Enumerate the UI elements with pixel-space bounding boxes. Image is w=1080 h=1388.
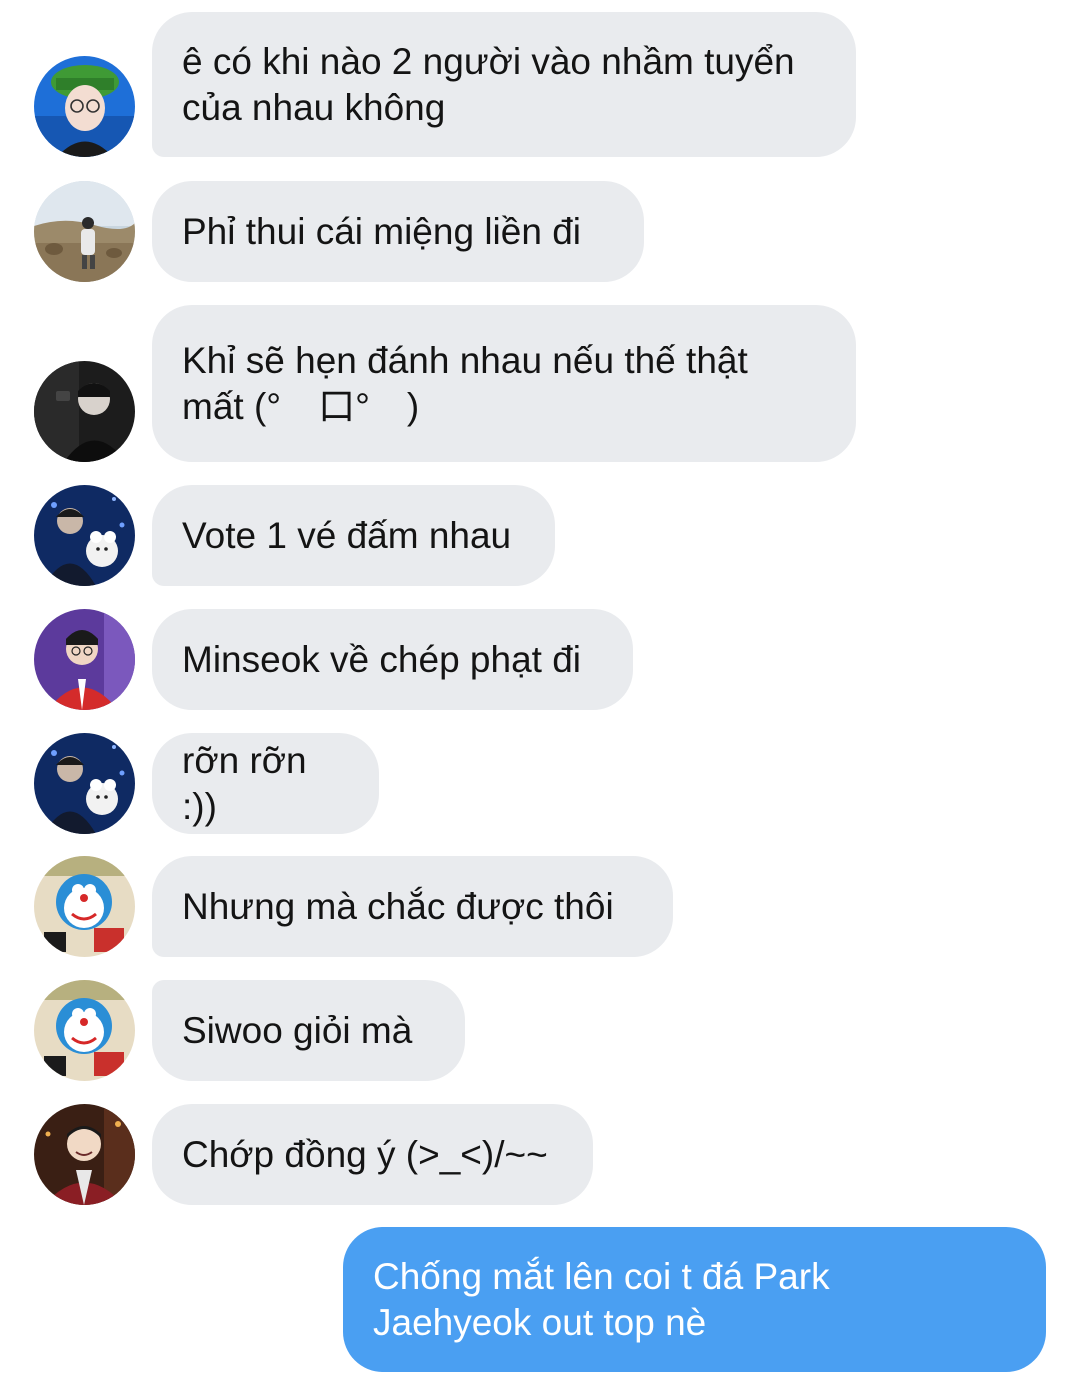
avatar-green-bucket-hat-icon <box>34 56 135 157</box>
message-bubble[interactable]: Minseok về chép phạt đi <box>152 609 633 710</box>
avatar[interactable] <box>34 485 135 586</box>
avatar-outdoor-field-icon <box>34 181 135 282</box>
message-bubble[interactable]: Khỉ sẽ hẹn đánh nhau nếu thế thật mất (°… <box>152 305 856 462</box>
avatar-doraemon-wall-icon <box>34 980 135 1081</box>
message-bubble[interactable]: ê có khi nào 2 người vào nhầm tuyển của … <box>152 12 856 157</box>
message-bubble[interactable]: Vote 1 vé đấm nhau <box>152 485 555 586</box>
avatar[interactable] <box>34 733 135 834</box>
outgoing-message-bubble[interactable]: Chống mắt lên coi t đá Park Jaehyeok out… <box>343 1227 1046 1372</box>
avatar-blue-plush-icon <box>34 485 135 586</box>
message-bubble[interactable]: Phỉ thui cái miệng liền đi <box>152 181 644 282</box>
avatar[interactable] <box>34 856 135 957</box>
avatar[interactable] <box>34 56 135 157</box>
message-bubble[interactable]: Nhưng mà chắc được thôi <box>152 856 673 957</box>
avatar[interactable] <box>34 609 135 710</box>
message-bubble[interactable]: Siwoo giỏi mà <box>152 980 465 1081</box>
avatar-doraemon-wall-icon <box>34 856 135 957</box>
avatar[interactable] <box>34 980 135 1081</box>
avatar-purple-red-jacket-icon <box>34 609 135 710</box>
avatar-red-sweater-smile-icon <box>34 1104 135 1205</box>
avatar[interactable] <box>34 181 135 282</box>
avatar[interactable] <box>34 361 135 462</box>
message-bubble[interactable]: rỡn rỡn :)) <box>152 733 379 834</box>
chat-thread: ê có khi nào 2 người vào nhầm tuyển của … <box>0 0 1080 1388</box>
avatar[interactable] <box>34 1104 135 1205</box>
avatar-blue-plush-icon <box>34 733 135 834</box>
message-bubble[interactable]: Chớp đồng ý (>_<)/~~ <box>152 1104 593 1205</box>
avatar-dark-portrait-icon <box>34 361 135 462</box>
